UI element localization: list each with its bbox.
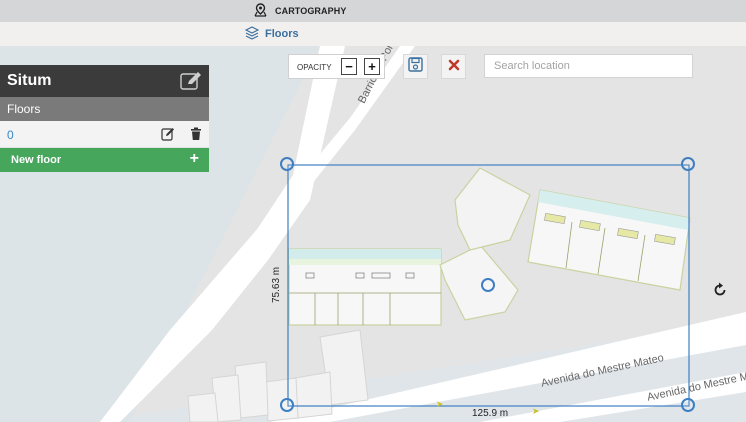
edit-building-icon[interactable] [180, 71, 202, 91]
building-name: Situm [7, 72, 52, 89]
new-floor-label: New floor [11, 154, 62, 166]
resize-handle-bottom-left[interactable] [280, 398, 294, 412]
svg-text:➤: ➤ [436, 399, 444, 409]
panel-header: Situm [0, 65, 209, 97]
plus-icon: + [189, 150, 199, 167]
floor-name[interactable]: 0 [7, 128, 14, 142]
resize-handle-top-right[interactable] [681, 157, 695, 171]
delete-floor-icon[interactable] [189, 127, 203, 141]
height-label: 75.63 m [271, 266, 282, 303]
app-header: CARTOGRAPHY [0, 0, 746, 22]
rotate-icon[interactable] [712, 282, 728, 298]
width-label: 125.9 m [472, 408, 509, 419]
edit-floor-icon[interactable] [161, 127, 175, 141]
new-floor-button[interactable]: New floor + [0, 148, 209, 172]
opacity-label: OPACITY [297, 63, 332, 72]
close-icon [448, 58, 460, 76]
app-title-text: CARTOGRAPHY [275, 6, 347, 16]
svg-text:➤: ➤ [532, 406, 540, 416]
section-bar: Floors [0, 22, 746, 46]
resize-handle-top-left[interactable] [280, 157, 294, 171]
cancel-button[interactable] [441, 54, 466, 79]
move-handle-center[interactable] [481, 278, 495, 292]
app-title: CARTOGRAPHY [253, 0, 346, 22]
floors-section-label: Floors [0, 97, 209, 121]
map-pin-icon [253, 3, 268, 19]
save-button[interactable] [403, 54, 428, 79]
floor-row[interactable]: 0 [0, 121, 209, 148]
layers-icon [244, 25, 260, 43]
resize-handle-bottom-right[interactable] [681, 398, 695, 412]
opacity-control: OPACITY − + [288, 54, 385, 79]
search-location-input[interactable] [484, 54, 693, 78]
opacity-decrease-button[interactable]: − [341, 58, 357, 75]
tab-floors[interactable]: Floors [244, 22, 299, 46]
opacity-increase-button[interactable]: + [364, 58, 380, 75]
save-icon [408, 56, 423, 77]
tab-floors-label: Floors [265, 28, 299, 40]
building-panel: Situm Floors 0 New floor + [0, 65, 209, 172]
